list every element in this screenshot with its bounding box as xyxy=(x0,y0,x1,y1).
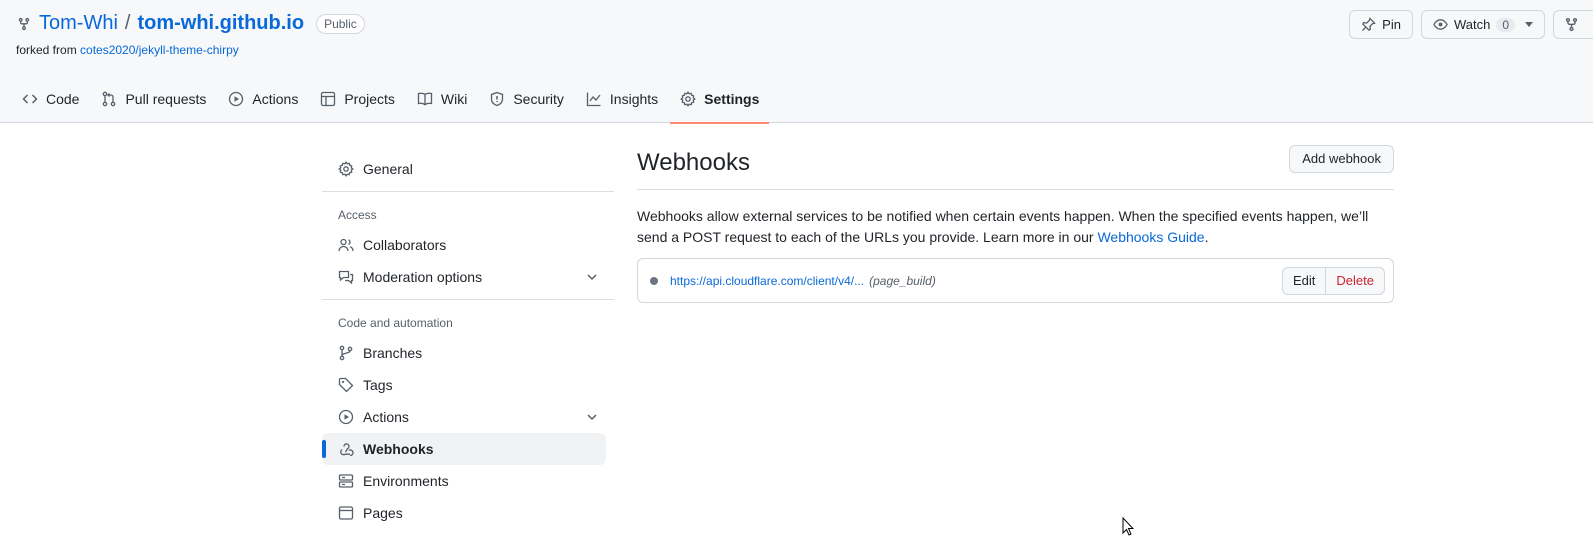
repo-tabs: Code Pull requests Actions Projects Wiki… xyxy=(12,83,770,124)
chevron-down-icon xyxy=(587,274,597,281)
watch-label: Watch xyxy=(1453,17,1491,32)
tab-label: Actions xyxy=(252,91,299,107)
sidebar-item-label: Webhooks xyxy=(363,441,434,457)
sidebar-item-label: Pages xyxy=(363,505,403,521)
watch-button[interactable]: Watch 0 xyxy=(1420,10,1545,39)
sidebar-item-collaborators[interactable]: Collaborators xyxy=(322,229,606,261)
add-webhook-button[interactable]: Add webhook xyxy=(1289,144,1394,173)
sidebar-item-tags[interactable]: Tags xyxy=(322,369,606,401)
repo-owner-link[interactable]: Tom-Whi xyxy=(39,12,118,35)
webhook-url-link[interactable]: https://api.cloudflare.com/client/v4/... xyxy=(670,274,864,288)
repo-forked-icon xyxy=(18,17,30,30)
sidebar-item-moderation[interactable]: Moderation options xyxy=(322,261,606,293)
sidebar-item-general[interactable]: General xyxy=(322,153,606,185)
sidebar-heading-code: Code and automation xyxy=(338,315,453,330)
tab-label: Settings xyxy=(704,91,760,107)
gear-icon xyxy=(338,161,354,177)
people-icon xyxy=(338,238,354,252)
webhook-row: https://api.cloudflare.com/client/v4/...… xyxy=(637,258,1394,303)
caret-down-icon xyxy=(1525,22,1533,27)
graph-icon xyxy=(586,92,601,107)
sidebar-item-actions[interactable]: Actions xyxy=(322,401,606,433)
sidebar-divider xyxy=(322,191,614,192)
panel-header: Webhooks Add webhook xyxy=(637,144,1394,190)
status-dot-icon xyxy=(650,276,658,285)
tab-wiki[interactable]: Wiki xyxy=(407,83,477,115)
tab-actions[interactable]: Actions xyxy=(218,83,308,115)
tab-label: Pull requests xyxy=(125,91,207,107)
tab-label: Security xyxy=(513,91,564,107)
git-branch-icon xyxy=(339,345,353,361)
sidebar-item-label: General xyxy=(363,161,413,177)
play-icon xyxy=(338,409,354,425)
description-text: Webhooks allow external services to be n… xyxy=(637,208,1369,245)
webhook-icon xyxy=(340,443,354,457)
pin-icon xyxy=(1362,17,1377,32)
chevron-down-icon xyxy=(587,414,597,421)
book-icon xyxy=(417,92,433,106)
tab-insights[interactable]: Insights xyxy=(576,83,668,115)
sidebar-divider xyxy=(322,299,614,300)
visibility-badge: Public xyxy=(316,13,365,34)
tab-settings[interactable]: Settings xyxy=(670,83,770,124)
tab-label: Code xyxy=(46,91,80,107)
path-separator: / xyxy=(124,12,131,34)
mouse-cursor-icon xyxy=(1122,517,1134,536)
sidebar-item-label: Environments xyxy=(363,473,449,489)
server-icon xyxy=(338,474,354,488)
fork-source-link[interactable]: cotes2020/jekyll-theme-chirpy xyxy=(80,43,239,57)
fork-button[interactable] xyxy=(1553,10,1593,39)
sidebar-item-label: Collaborators xyxy=(363,237,447,253)
comment-discussion-icon xyxy=(338,270,354,285)
sidebar-item-environments[interactable]: Environments xyxy=(322,465,606,497)
watch-count: 0 xyxy=(1496,17,1515,32)
webhooks-guide-link[interactable]: Webhooks Guide xyxy=(1097,229,1204,245)
sidebar-item-label: Actions xyxy=(363,409,409,425)
eye-icon xyxy=(1433,19,1448,30)
repo-name-link[interactable]: tom-whi.github.io xyxy=(137,12,304,35)
repo-header: Tom-Whi / tom-whi.github.io Public forke… xyxy=(0,0,1593,124)
settings-sidebar: General Access Collaborators Moderation … xyxy=(322,153,614,529)
sidebar-item-branches[interactable]: Branches xyxy=(322,337,606,369)
browser-icon xyxy=(338,506,354,520)
edit-webhook-button[interactable]: Edit xyxy=(1282,266,1327,295)
sidebar-item-label: Moderation options xyxy=(363,269,483,285)
repo-title: Tom-Whi / tom-whi.github.io Public xyxy=(17,12,365,35)
shield-icon xyxy=(491,91,504,107)
description-end: . xyxy=(1204,229,1209,245)
sidebar-item-webhooks[interactable]: Webhooks xyxy=(322,433,606,465)
webhook-actions: Edit Delete xyxy=(1282,266,1385,295)
webhook-events: (page_build) xyxy=(869,273,936,288)
webhooks-panel: Webhooks Add webhook Webhooks allow exte… xyxy=(637,144,1394,303)
sidebar-item-label: Tags xyxy=(363,377,393,393)
pull-request-icon xyxy=(103,91,116,107)
webhooks-description: Webhooks allow external services to be n… xyxy=(637,206,1394,248)
gear-icon xyxy=(680,91,697,107)
tab-pull-requests[interactable]: Pull requests xyxy=(91,83,216,115)
code-icon xyxy=(22,94,38,104)
pin-label: Pin xyxy=(1382,17,1401,32)
tab-label: Projects xyxy=(344,91,395,107)
forked-from: forked from cotes2020/jekyll-theme-chirp… xyxy=(16,43,239,57)
page-title: Webhooks xyxy=(637,148,750,176)
header-actions: Pin Watch 0 xyxy=(1349,10,1593,39)
tab-code[interactable]: Code xyxy=(12,83,89,115)
pin-button[interactable]: Pin xyxy=(1349,10,1413,39)
repo-forked-icon xyxy=(1565,17,1578,32)
tag-icon xyxy=(338,377,354,393)
sidebar-item-label: Branches xyxy=(363,345,423,361)
tab-security[interactable]: Security xyxy=(479,83,574,115)
table-icon xyxy=(321,91,336,107)
tab-projects[interactable]: Projects xyxy=(310,83,405,115)
tab-label: Insights xyxy=(609,91,659,107)
sidebar-item-pages[interactable]: Pages xyxy=(322,497,606,529)
tab-label: Wiki xyxy=(440,91,468,107)
play-icon xyxy=(229,91,244,107)
forked-prefix: forked from xyxy=(16,43,77,57)
sidebar-heading-access: Access xyxy=(338,207,377,222)
delete-webhook-button[interactable]: Delete xyxy=(1326,266,1385,295)
